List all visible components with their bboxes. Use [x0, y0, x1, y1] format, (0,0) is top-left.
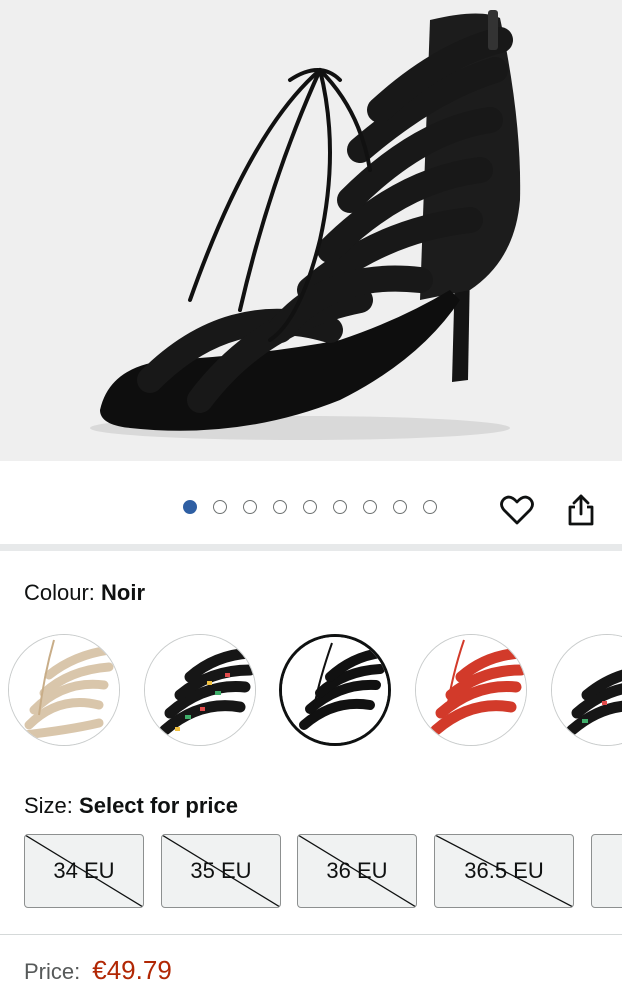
size-option-34[interactable]: 34 EU: [24, 834, 144, 908]
section-divider: [0, 544, 622, 551]
size-option-label: 36 EU: [326, 858, 388, 883]
colour-swatch-list: [0, 634, 622, 748]
size-label-row: Size: Select for price: [24, 793, 238, 819]
swatch-image: [416, 635, 526, 745]
pagination-dot[interactable]: [393, 500, 407, 514]
heart-icon: [500, 495, 534, 525]
price-label: Price:: [24, 959, 81, 984]
colour-swatch-noir[interactable]: [279, 634, 391, 746]
pagination-dot[interactable]: [273, 500, 287, 514]
colour-swatch-multicolour-2[interactable]: [551, 634, 622, 746]
colour-label: Colour:: [24, 580, 95, 605]
size-option-36-5[interactable]: 36.5 EU: [434, 834, 574, 908]
price-divider: [0, 934, 622, 935]
swatch-image: [145, 635, 255, 745]
swatch-image: [282, 637, 388, 743]
price-row: Price: €49.79: [24, 955, 172, 986]
pagination-dot[interactable]: [423, 500, 437, 514]
pagination-dot[interactable]: [183, 500, 197, 514]
pagination-dot[interactable]: [363, 500, 377, 514]
size-option-label: 36.5 EU: [464, 858, 544, 883]
image-pagination: [183, 500, 437, 514]
colour-label-row: Colour: Noir: [24, 580, 145, 606]
favorite-button[interactable]: [497, 490, 537, 530]
size-label: Size:: [24, 793, 73, 818]
pagination-dot[interactable]: [333, 500, 347, 514]
pagination-dot[interactable]: [303, 500, 317, 514]
colour-swatch-multicolour[interactable]: [144, 634, 256, 746]
size-option-35[interactable]: 35 EU: [161, 834, 281, 908]
pagination-dot[interactable]: [213, 500, 227, 514]
size-selected-value: Select for price: [79, 793, 238, 818]
colour-swatch-beige[interactable]: [8, 634, 120, 746]
share-button[interactable]: [561, 490, 601, 530]
shoe-illustration: [90, 10, 521, 440]
size-option-next[interactable]: [591, 834, 622, 908]
pagination-dot[interactable]: [243, 500, 257, 514]
size-option-36[interactable]: 36 EU: [297, 834, 417, 908]
share-icon: [568, 494, 594, 526]
swatch-image: [552, 635, 622, 745]
colour-swatch-rouge[interactable]: [415, 634, 527, 746]
colour-selected-value: Noir: [101, 580, 146, 605]
price-value: €49.79: [92, 955, 172, 985]
product-image[interactable]: [0, 0, 622, 461]
size-option-label: 34 EU: [53, 858, 115, 883]
size-option-list: 34 EU 35 EU 36 EU 36.5 EU: [0, 834, 622, 910]
swatch-image: [9, 635, 119, 745]
size-option-label: 35 EU: [190, 858, 252, 883]
